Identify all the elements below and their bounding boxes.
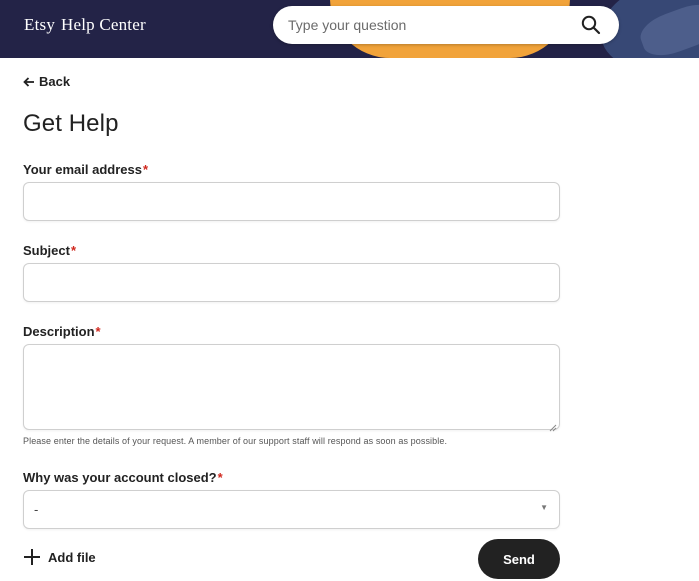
arrow-left-icon <box>23 76 35 88</box>
description-textarea[interactable] <box>24 345 559 429</box>
page-title: Get Help <box>23 110 119 137</box>
account-closed-reason-select[interactable]: - ▼ <box>23 490 560 529</box>
back-label: Back <box>39 74 71 89</box>
resize-grip-icon[interactable] <box>549 419 557 432</box>
required-marker: * <box>142 162 149 177</box>
required-marker: * <box>95 324 101 339</box>
subject-field[interactable] <box>24 264 559 301</box>
required-marker: * <box>70 243 77 258</box>
search-input[interactable] <box>288 6 568 44</box>
plus-icon <box>24 549 40 565</box>
email-field-wrapper <box>23 182 560 221</box>
subject-label: Subject* <box>23 243 76 258</box>
reason-label-text: Why was your account closed? <box>23 470 217 485</box>
email-label-text: Your email address <box>23 162 142 177</box>
description-label-text: Description <box>23 324 95 339</box>
description-label: Description* <box>23 324 101 339</box>
required-marker: * <box>217 470 223 485</box>
add-file-button[interactable]: Add file <box>24 549 96 565</box>
select-value: - <box>34 502 39 517</box>
search-bar <box>273 6 619 44</box>
email-label: Your email address* <box>23 162 148 177</box>
etsy-help-center-logo[interactable]: Etsy Help Center <box>24 15 146 35</box>
reason-label: Why was your account closed?* <box>23 470 223 485</box>
add-file-label: Add file <box>48 549 96 565</box>
subject-field-wrapper <box>23 263 560 302</box>
subject-label-text: Subject <box>23 243 70 258</box>
description-field-wrapper <box>23 344 560 432</box>
caret-down-icon: ▼ <box>540 503 548 512</box>
back-link[interactable]: Back <box>23 74 70 89</box>
site-header: Etsy Help Center <box>0 0 699 58</box>
send-button[interactable]: Send <box>478 539 560 579</box>
description-helper-text: Please enter the details of your request… <box>23 436 448 446</box>
search-icon[interactable] <box>581 15 601 35</box>
logo-suffix: Help Center <box>61 15 146 34</box>
logo-brand: Etsy <box>24 15 56 34</box>
email-field[interactable] <box>24 183 559 220</box>
